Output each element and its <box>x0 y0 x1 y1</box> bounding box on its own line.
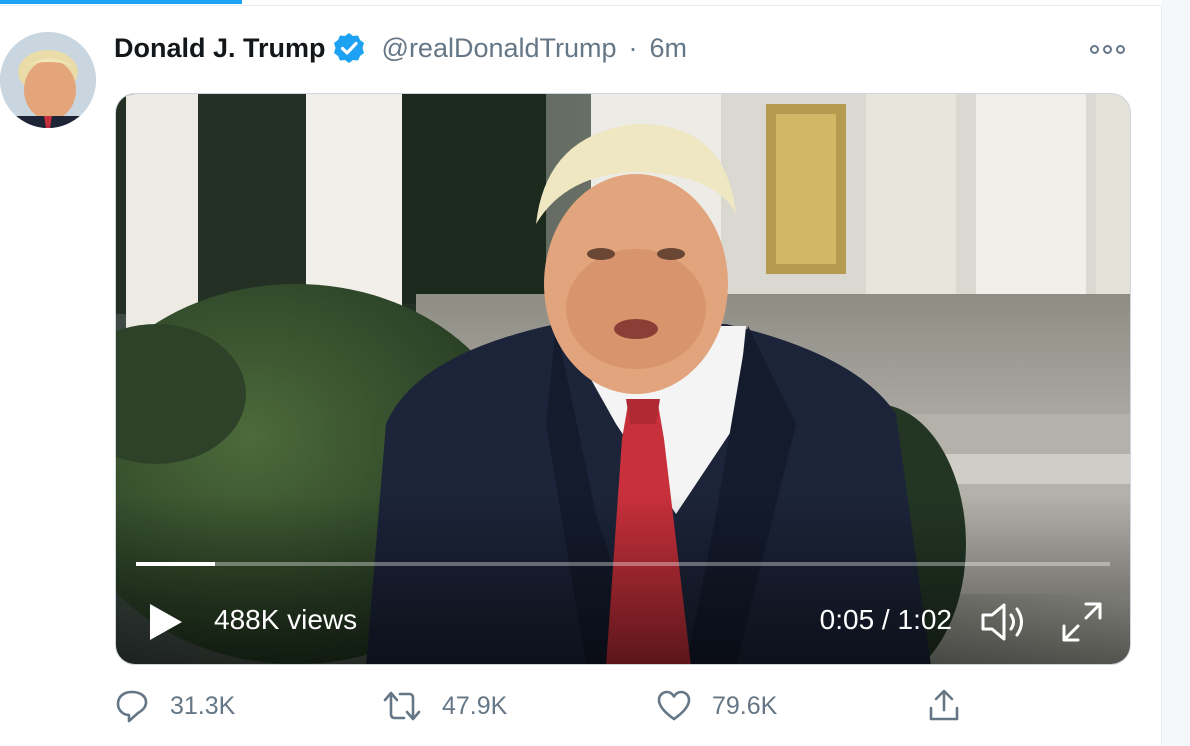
tweet[interactable]: Donald J. Trump @realDonaldTrump · 6m 48… <box>0 6 1162 746</box>
share-button[interactable] <box>926 686 962 726</box>
reply-button[interactable]: 31.3K <box>114 686 235 726</box>
like-count: 79.6K <box>712 691 778 720</box>
share-icon <box>929 689 959 721</box>
fullscreen-icon[interactable] <box>1060 600 1104 644</box>
avatar[interactable] <box>0 32 96 128</box>
video-frame <box>116 94 1130 664</box>
handle[interactable]: @realDonaldTrump <box>382 33 617 64</box>
reply-count: 31.3K <box>170 691 236 720</box>
dot-icon <box>1103 44 1112 54</box>
video-player[interactable]: 488K views 0:05 / 1:02 <box>115 93 1131 665</box>
like-button[interactable]: 79.6K <box>656 686 777 726</box>
play-icon[interactable] <box>148 602 184 642</box>
dot-icon <box>1116 44 1125 54</box>
heart-icon <box>657 690 691 721</box>
tweet-actions: 31.3K 47.9K 79.6K <box>114 686 974 726</box>
video-timecode: 0:05 / 1:02 <box>819 604 952 635</box>
video-progress-bar[interactable] <box>136 562 1110 566</box>
view-count: 488K views <box>214 604 358 635</box>
verified-badge-icon <box>332 31 366 65</box>
retweet-count: 47.9K <box>442 691 508 720</box>
retweet-icon <box>383 691 421 721</box>
active-tab-indicator <box>0 0 242 4</box>
timestamp[interactable]: 6m <box>650 33 688 64</box>
retweet-button[interactable]: 47.9K <box>382 686 507 726</box>
avatar-image <box>0 32 96 128</box>
tweet-header: Donald J. Trump @realDonaldTrump · 6m <box>114 30 687 66</box>
more-options-icon[interactable] <box>1090 42 1130 56</box>
video-progress-fill <box>136 562 215 566</box>
reply-icon <box>116 690 148 723</box>
separator-dot: · <box>628 32 638 63</box>
dot-icon <box>1090 44 1099 54</box>
volume-icon[interactable] <box>980 600 1028 644</box>
display-name[interactable]: Donald J. Trump <box>114 33 326 64</box>
